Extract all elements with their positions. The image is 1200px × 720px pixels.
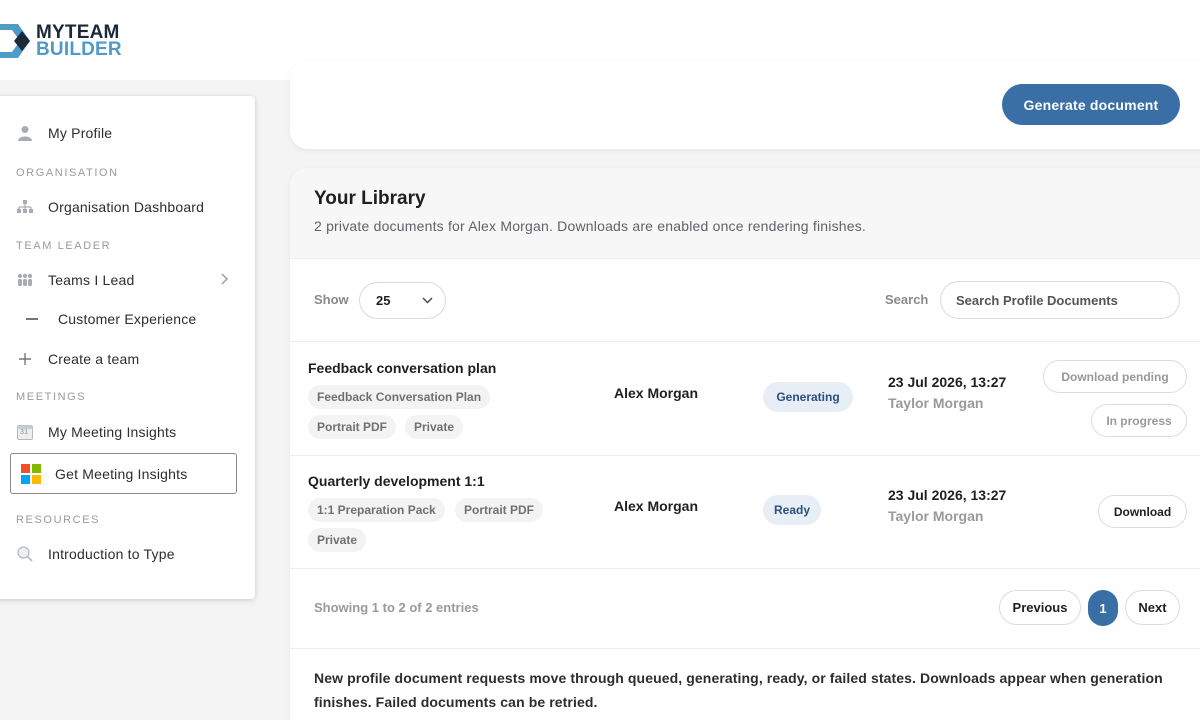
sidebar-item-customer-experience[interactable]: Customer Experience [26,311,196,327]
status-note: New profile document requests move throu… [314,670,1163,710]
divider [290,648,1200,649]
previous-page-button[interactable]: Previous [999,590,1081,625]
showing-entries: Showing 1 to 2 of 2 entries [314,600,479,615]
sidebar-item-label: Introduction to Type [48,546,175,562]
plus-icon [16,350,34,368]
section-meetings: MEETINGS [16,391,87,403]
calendar-icon: 31 [16,423,34,441]
sidebar-item-introduction-to-type[interactable]: Introduction to Type [16,545,175,563]
chevron-down-icon [422,293,433,310]
calendar-day: 31 [20,429,29,436]
sidebar-item-my-profile[interactable]: My Profile [16,124,112,142]
section-team-leader: TEAM LEADER [16,240,112,252]
generate-document-button[interactable]: Generate document [1002,84,1180,125]
sidebar-item-teams-i-lead[interactable]: Teams I Lead [16,271,236,289]
search-input[interactable] [940,281,1180,319]
document-creator: Taylor Morgan [888,395,984,411]
library-subtitle: 2 private documents for Alex Morgan. Dow… [314,218,867,234]
page-size-select[interactable]: 25 [359,282,446,319]
divider [290,568,1200,569]
sidebar-item-label: My Meeting Insights [48,424,177,440]
document-tag: Feedback Conversation Plan [308,385,491,409]
library-header: Your Library 2 private documents for Ale… [290,168,1200,258]
section-organisation: ORGANISATION [16,167,119,179]
table-row: Feedback conversation plan Feedback Conv… [290,342,1200,455]
download-pending-button: Download pending [1043,360,1187,393]
status-badge: Generating [763,382,853,412]
chevron-right-icon[interactable] [221,273,229,288]
org-chart-icon [16,198,34,216]
sidebar-item-label: Customer Experience [58,311,197,327]
page-size-value: 25 [376,293,391,308]
search-icon [16,545,34,563]
document-owner: Alex Morgan [614,498,699,514]
dash-icon [26,318,38,320]
sidebar-item-label: Teams I Lead [48,272,135,288]
in-progress-button: In progress [1091,404,1187,437]
user-icon [16,124,34,142]
document-date: 23 Jul 2026, 13:27 [888,374,1007,390]
brand-line-2: BUILDER [36,39,122,60]
search-label: Search [885,292,929,307]
team-icon [16,271,34,289]
document-creator: Taylor Morgan [888,508,984,524]
document-date: 23 Jul 2026, 13:27 [888,487,1007,503]
document-owner: Alex Morgan [614,385,699,401]
show-label: Show [314,292,349,307]
brand-name: MYTEAM BUILDER [36,23,122,60]
download-button[interactable]: Download [1098,495,1187,528]
sidebar-item-create-team[interactable]: Create a team [16,350,139,368]
logo-mark-icon [0,22,32,60]
status-badge: Ready [763,495,821,525]
document-title[interactable]: Feedback conversation plan [308,360,496,376]
section-resources: RESOURCES [16,514,101,526]
sidebar: My Profile ORGANISATION Organisation Das… [0,96,255,599]
document-tag: 1:1 Preparation Pack [308,498,445,522]
sidebar-item-organisation-dashboard[interactable]: Organisation Dashboard [16,198,204,216]
library-card: Your Library 2 private documents for Ale… [290,168,1200,720]
get-meeting-insights-label: Get Meeting Insights [55,465,188,482]
brand-logo[interactable]: MYTEAM BUILDER [0,22,122,60]
document-tag: Portrait PDF [455,498,544,522]
next-page-button[interactable]: Next [1125,590,1180,625]
current-page-button[interactable]: 1 [1088,590,1118,626]
document-tag: Private [405,415,464,439]
document-tag: Private [308,528,367,552]
sidebar-item-label: Organisation Dashboard [48,199,205,215]
library-title: Your Library [314,188,426,209]
get-meeting-insights-button[interactable]: Get Meeting Insights [10,453,237,494]
sidebar-item-my-meeting-insights[interactable]: 31 My Meeting Insights [16,423,176,441]
document-tag: Portrait PDF [308,415,397,439]
table-row: Quarterly development 1:1 1:1 Preparatio… [290,456,1200,568]
microsoft-icon [21,463,41,484]
sidebar-item-label: Create a team [48,351,140,367]
divider [290,258,1200,259]
document-title[interactable]: Quarterly development 1:1 [308,473,485,489]
sidebar-item-label: My Profile [48,125,113,141]
